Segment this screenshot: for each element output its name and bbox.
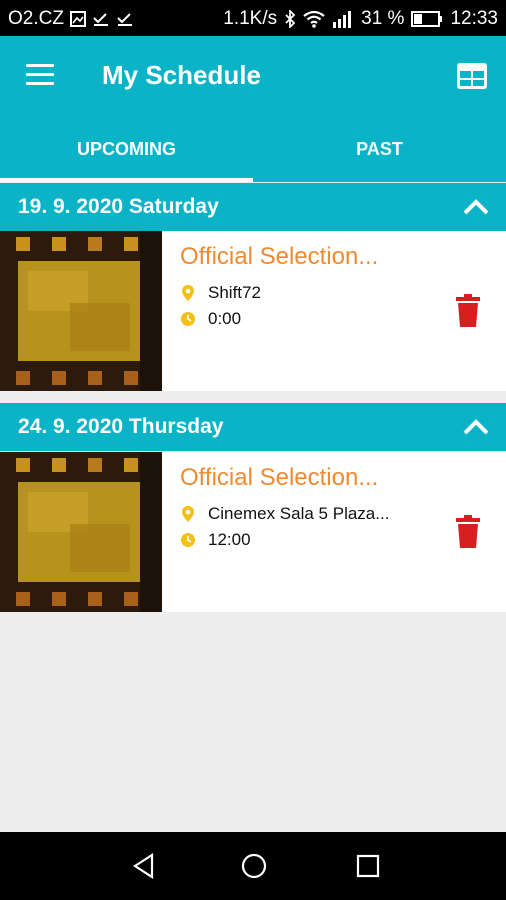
calendar-grid-icon[interactable]: [456, 62, 488, 90]
network-speed: 1.1K/s: [223, 8, 278, 29]
date-section-header[interactable]: 24. 9. 2020 Thursday: [0, 403, 506, 451]
event-location-row: Cinemex Sala 5 Plaza...: [180, 504, 389, 524]
app-bar: My Schedule UPCOMING PAST: [0, 36, 506, 182]
location-pin-icon: [182, 506, 194, 522]
schedule-event-card[interactable]: Official Selection... Cinemex Sala 5 Pla…: [0, 452, 506, 612]
hamburger-menu-icon[interactable]: [26, 64, 54, 88]
event-time: 0:00: [208, 309, 242, 328]
battery-icon: [411, 11, 443, 27]
clock: 12:33: [450, 8, 498, 29]
event-title: Official Selection...: [180, 464, 379, 491]
event-location-row: Shift72: [180, 283, 261, 303]
trash-icon[interactable]: [454, 294, 482, 328]
download-done-icon: [117, 13, 132, 26]
event-location: Cinemex Sala 5 Plaza...: [208, 504, 390, 523]
bluetooth-icon: [285, 10, 296, 28]
event-time-row: 12:00: [180, 530, 251, 550]
section-date: 19. 9. 2020 Saturday: [18, 195, 219, 218]
clock-icon: [181, 533, 195, 547]
trash-icon[interactable]: [454, 515, 482, 549]
system-nav-bar: [0, 832, 506, 900]
image-notification-icon: [69, 11, 86, 27]
carrier-label: O2.CZ: [8, 8, 64, 29]
clock-icon: [181, 312, 195, 326]
battery-percent: 31 %: [361, 8, 405, 29]
home-icon[interactable]: [240, 852, 268, 880]
section-date: 24. 9. 2020 Thursday: [18, 415, 224, 438]
film-strip-thumbnail: [0, 231, 162, 391]
status-bar: O2.CZ 1.1K/s 31 % 12:33: [0, 0, 506, 36]
signal-icon: [333, 11, 352, 28]
tab-upcoming[interactable]: UPCOMING: [0, 130, 253, 182]
tab-past[interactable]: PAST: [253, 130, 506, 182]
tab-bar: UPCOMING PAST: [0, 130, 506, 182]
back-icon[interactable]: [130, 852, 158, 880]
film-strip-thumbnail: [0, 452, 162, 612]
recents-icon[interactable]: [354, 852, 382, 880]
event-time-row: 0:00: [180, 309, 241, 329]
wifi-icon: [303, 10, 325, 28]
download-done-icon: [93, 13, 108, 26]
location-pin-icon: [182, 285, 194, 301]
schedule-event-card[interactable]: Official Selection... Shift72 0:00: [0, 231, 506, 391]
chevron-up-icon[interactable]: [462, 195, 490, 219]
event-time: 12:00: [208, 530, 251, 549]
page-title: My Schedule: [102, 60, 261, 90]
event-location: Shift72: [208, 283, 261, 302]
event-title: Official Selection...: [180, 243, 379, 270]
date-section-header[interactable]: 19. 9. 2020 Saturday: [0, 183, 506, 231]
chevron-up-icon[interactable]: [462, 415, 490, 439]
